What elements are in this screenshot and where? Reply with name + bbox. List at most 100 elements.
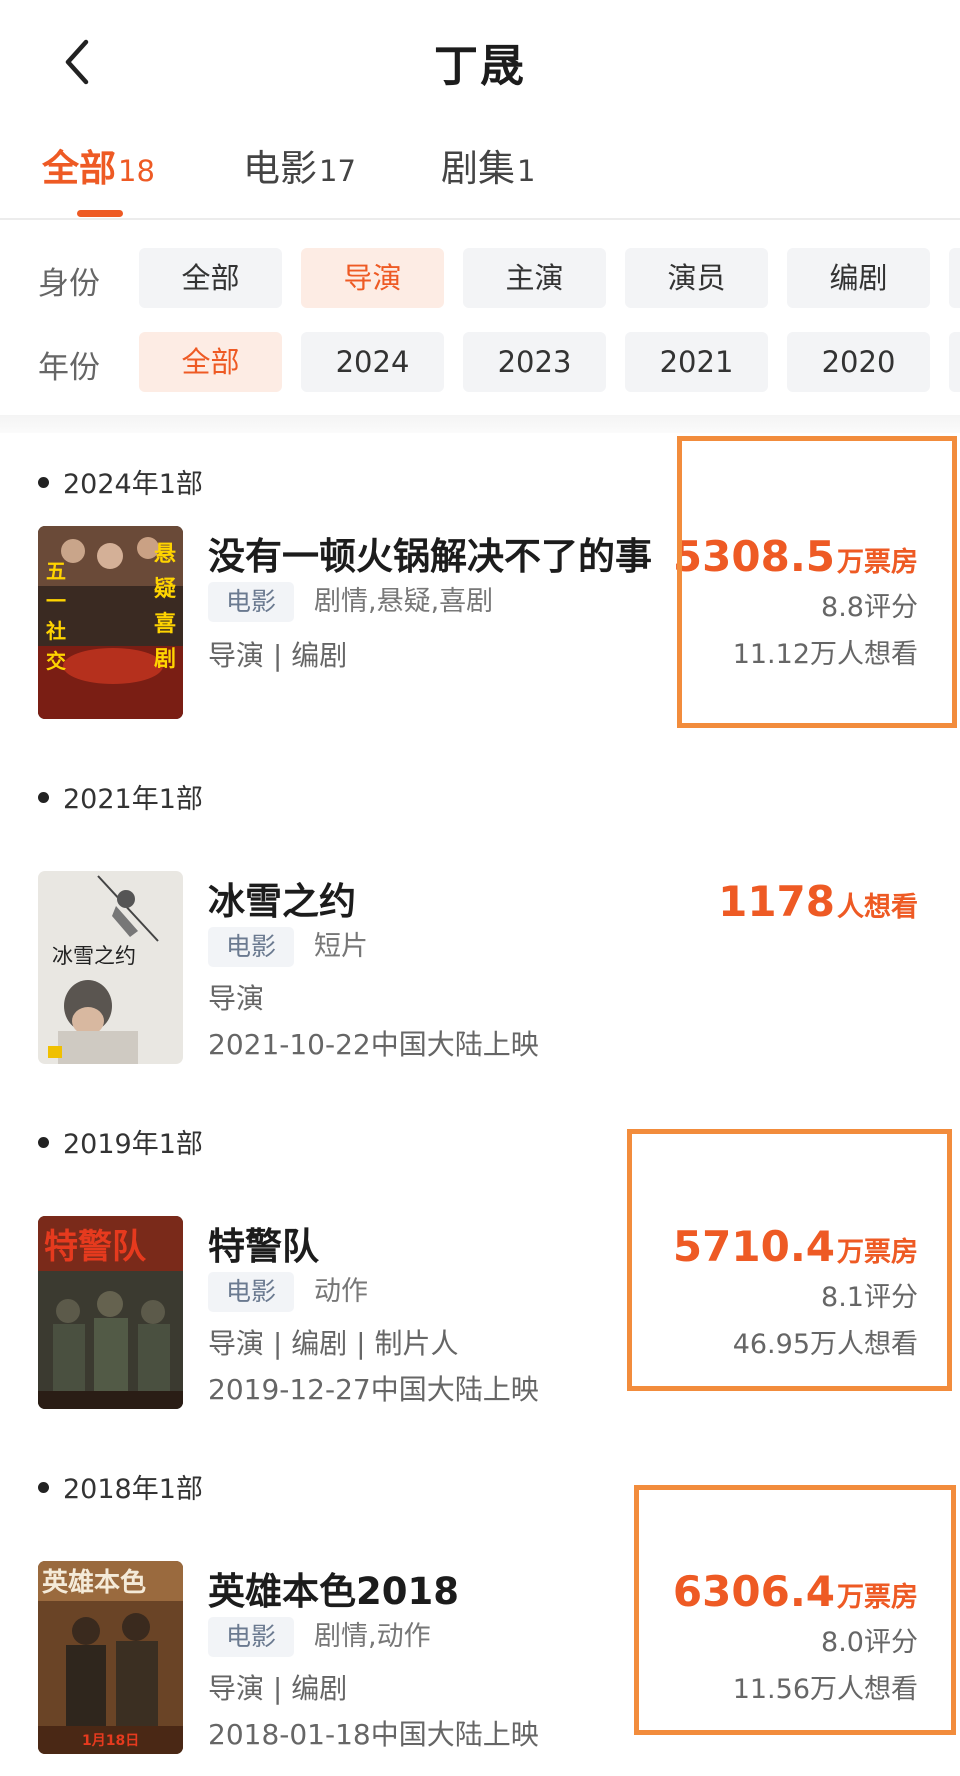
svg-text:社: 社 xyxy=(45,619,66,643)
genre-text: 动作 xyxy=(314,1276,369,1307)
genre-text: 短片 xyxy=(314,931,369,962)
roles-text: 导演 xyxy=(208,982,265,1015)
poster-hotpot-movie-icon: 五 一 社 交 悬 疑 喜 剧 xyxy=(38,526,183,719)
svg-text:英雄本色: 英雄本色 xyxy=(42,1567,146,1598)
svg-text:特警队: 特警队 xyxy=(44,1227,147,1267)
svg-text:疑: 疑 xyxy=(154,577,176,602)
poster-image: 五 一 社 交 悬 疑 喜 剧 xyxy=(38,526,183,719)
svg-text:五: 五 xyxy=(46,559,66,583)
svg-text:1月18日: 1月18日 xyxy=(82,1733,139,1749)
movie-title: 特警队 xyxy=(208,1225,319,1268)
box-office-unit: 万票房 xyxy=(837,1237,918,1268)
poster-image: 特警队 xyxy=(38,1216,183,1409)
movie-stats: 5710.4万票房 8.1评分 46.95万人想看 xyxy=(673,1222,918,1361)
want-to-see-text: 46.95万人想看 xyxy=(732,1329,918,1360)
page-title: 丁晟 xyxy=(434,41,526,92)
section-divider xyxy=(0,415,960,433)
tag-row: 电影 短片 xyxy=(208,927,368,967)
role-chip-director[interactable]: 导演 xyxy=(301,248,444,308)
role-chip-screenwriter[interactable]: 编剧 xyxy=(787,248,930,308)
tab-all[interactable]: 全部18 xyxy=(42,138,155,208)
box-office-value: 6306.4 xyxy=(672,1567,835,1616)
score-text: 8.0评分 xyxy=(821,1627,918,1658)
year-filter-label: 年份 xyxy=(38,350,100,386)
svg-text:一: 一 xyxy=(46,589,66,613)
poster-image: 冰雪之约 xyxy=(38,871,183,1064)
movie-stats: 5308.5万票房 8.8评分 11.12万人想看 xyxy=(673,532,918,671)
year-chip-2021[interactable]: 2021 xyxy=(625,332,768,392)
tab-label: 电影 xyxy=(243,147,317,190)
score-text: 8.8评分 xyxy=(821,592,918,623)
year-group-heading: 2019年1部 xyxy=(38,1122,203,1161)
genre-text: 剧情,悬疑,喜剧 xyxy=(314,586,494,617)
role-chip-all[interactable]: 全部 xyxy=(139,248,282,308)
year-group-label: 2019年1部 xyxy=(63,1129,203,1160)
roles-text: 导演 | 编剧 | 制片人 xyxy=(208,1327,459,1360)
svg-text:悬: 悬 xyxy=(154,542,176,567)
svg-text:冰雪之约: 冰雪之约 xyxy=(52,944,136,968)
tab-label: 剧集 xyxy=(441,147,515,190)
movie-item[interactable]: 五 一 社 交 悬 疑 喜 剧 没有一顿火锅解决不了的事 电影 剧情,悬疑,喜剧 … xyxy=(0,526,960,726)
svg-text:剧: 剧 xyxy=(154,647,176,672)
tab-count: 18 xyxy=(118,154,155,188)
year-chip-2024[interactable]: 2024 xyxy=(301,332,444,392)
year-chip-overflow[interactable] xyxy=(949,332,960,392)
box-office-unit: 万票房 xyxy=(837,547,918,578)
role-chip-actor[interactable]: 演员 xyxy=(625,248,768,308)
tab-bar: 全部18 电影17 剧集1 xyxy=(0,130,960,220)
roles-text: 导演 | 编剧 xyxy=(208,1672,348,1705)
score-text: 8.1评分 xyxy=(821,1282,918,1313)
release-date-text: 2019-12-27中国大陆上映 xyxy=(208,1373,539,1406)
bullet-dot-icon xyxy=(38,1482,49,1493)
active-tab-indicator xyxy=(77,210,123,217)
svg-text:喜: 喜 xyxy=(154,611,176,637)
movie-item[interactable]: 特警队 特警队 电影 动作 导演 | 编剧 | 制片人 2019-12-27中国大… xyxy=(0,1216,960,1416)
tab-label: 全部 xyxy=(42,147,116,190)
tag-row: 电影 剧情,悬疑,喜剧 xyxy=(208,582,493,622)
bullet-dot-icon xyxy=(38,1137,49,1148)
movie-stats: 1178人想看 xyxy=(718,877,918,926)
poster-ice-snow-icon: 冰雪之约 xyxy=(38,871,183,1064)
role-chip-lead[interactable]: 主演 xyxy=(463,248,606,308)
role-chip-overflow[interactable] xyxy=(949,248,960,308)
tab-series[interactable]: 剧集1 xyxy=(441,138,535,208)
tab-movies[interactable]: 电影17 xyxy=(243,138,356,208)
type-tag: 电影 xyxy=(208,1272,295,1312)
movie-title: 英雄本色2018 xyxy=(208,1570,459,1613)
movie-item[interactable]: 冰雪之约 冰雪之约 电影 短片 导演 2021-10-22中国大陆上映 1178人… xyxy=(0,871,960,1071)
svg-text:交: 交 xyxy=(46,649,66,673)
bullet-dot-icon xyxy=(38,477,49,488)
type-tag: 电影 xyxy=(208,582,295,622)
box-office-value: 5308.5 xyxy=(672,532,835,581)
release-date-text: 2021-10-22中国大陆上映 xyxy=(208,1028,539,1061)
poster-image: 英雄本色 1月18日 xyxy=(38,1561,183,1754)
year-group-label: 2018年1部 xyxy=(63,1474,203,1505)
bullet-dot-icon xyxy=(38,792,49,803)
year-group-heading: 2018年1部 xyxy=(38,1467,203,1506)
tag-row: 电影 剧情,动作 xyxy=(208,1617,431,1657)
roles-text: 导演 | 编剧 xyxy=(208,639,348,672)
year-filter-row: 年份 全部 2024 2023 2021 2020 xyxy=(0,332,960,394)
movie-item[interactable]: 英雄本色 1月18日 英雄本色2018 电影 剧情,动作 导演 | 编剧 2018… xyxy=(0,1561,960,1761)
top-bar: 丁晟 xyxy=(0,0,960,125)
year-chip-2023[interactable]: 2023 xyxy=(463,332,606,392)
type-tag: 电影 xyxy=(208,927,295,967)
year-group-heading: 2024年1部 xyxy=(38,462,203,501)
genre-text: 剧情,动作 xyxy=(314,1621,431,1652)
year-group-heading: 2021年1部 xyxy=(38,777,203,816)
year-chip-all[interactable]: 全部 xyxy=(139,332,282,392)
year-chip-2020[interactable]: 2020 xyxy=(787,332,930,392)
year-group-label: 2024年1部 xyxy=(63,469,203,500)
tab-count: 1 xyxy=(517,154,536,188)
want-to-see-text: 11.12万人想看 xyxy=(732,639,918,670)
box-office-value: 5710.4 xyxy=(672,1222,835,1271)
movie-title: 没有一顿火锅解决不了的事 xyxy=(208,535,652,578)
want-to-see-text: 11.56万人想看 xyxy=(732,1674,918,1705)
tab-count: 17 xyxy=(319,154,356,188)
type-tag: 电影 xyxy=(208,1617,295,1657)
poster-swat-icon: 特警队 xyxy=(38,1216,183,1409)
role-filter-row: 身份 全部 导演 主演 演员 编剧 xyxy=(0,248,960,310)
want-count-value: 1178 xyxy=(718,877,835,926)
year-group-label: 2021年1部 xyxy=(63,784,203,815)
movie-stats: 6306.4万票房 8.0评分 11.56万人想看 xyxy=(673,1567,918,1706)
